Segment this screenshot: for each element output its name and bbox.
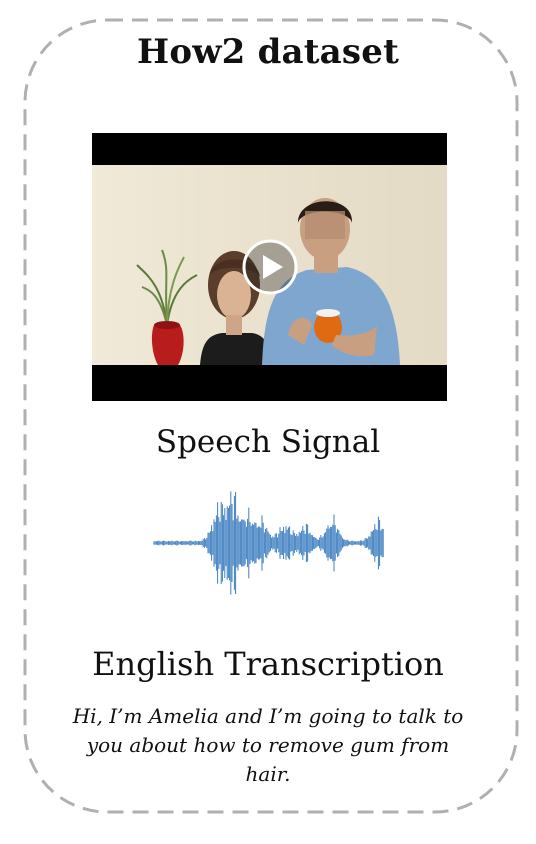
vase-icon [151,325,184,365]
play-icon[interactable] [241,238,299,296]
english-transcription-label: English Transcription [92,645,444,683]
speech-signal-label: Speech Signal [155,424,381,460]
transcript-text: Hi, I’m Amelia and I’m going to talk to … [72,704,464,786]
page-title: How2 dataset [137,32,399,72]
audio-waveform-icon [153,491,384,595]
